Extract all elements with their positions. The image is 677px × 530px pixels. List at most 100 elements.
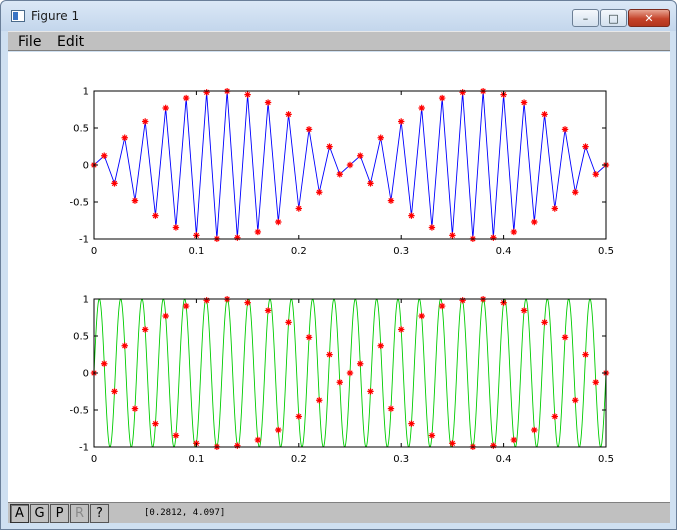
data-point-marker <box>142 326 149 333</box>
data-point-marker <box>520 99 528 106</box>
x-tick-label: 0.2 <box>291 454 307 465</box>
data-point-marker <box>326 143 333 150</box>
y-tick-label: -1 <box>79 443 89 454</box>
data-point-marker <box>490 234 497 241</box>
data-point-marker <box>101 152 108 159</box>
data-point-marker <box>592 379 599 386</box>
data-point-marker <box>551 413 558 420</box>
data-point-marker <box>131 197 139 204</box>
data-point-marker <box>357 360 364 367</box>
x-tick-label: 0.5 <box>598 246 614 257</box>
figure-svg: 0 0.1 0.2 0.3 0.4 0.5 1 0.5 0 -0.5 -1 0 0.1 0.2 0.3 0.… <box>69 87 613 466</box>
data-point-marker <box>561 334 569 341</box>
data-point-marker <box>582 351 589 358</box>
data-point-marker <box>326 351 333 358</box>
minimize-icon: – <box>582 11 589 25</box>
y-tick-label: -1 <box>79 235 89 246</box>
data-point-marker <box>408 212 415 219</box>
pan-mode-button[interactable]: P <box>50 504 69 523</box>
data-point-marker <box>449 232 456 239</box>
grid-toggle-button[interactable]: G <box>30 504 49 523</box>
data-point-marker <box>172 432 180 439</box>
data-point-marker <box>101 360 108 367</box>
x-tick-label: 0.2 <box>291 246 307 257</box>
data-point-marker <box>582 143 589 150</box>
data-point-marker <box>295 413 302 420</box>
data-point-marker <box>203 89 210 96</box>
data-point-marker <box>203 297 210 304</box>
data-point-marker <box>152 420 159 427</box>
data-point-marker <box>531 426 538 434</box>
x-tick-label: 0 <box>91 454 97 465</box>
help-button[interactable]: ? <box>90 504 109 523</box>
maximize-button[interactable]: □ <box>600 9 627 27</box>
x-tick-label: 0.3 <box>393 246 409 257</box>
x-tick-label: 0.5 <box>598 454 614 465</box>
window-title: Figure 1 <box>31 9 80 23</box>
data-point-marker <box>387 197 395 204</box>
data-point-marker <box>572 189 579 196</box>
data-point-marker <box>285 111 292 118</box>
x-tick-label: 0.4 <box>496 246 512 257</box>
data-point-marker <box>121 342 128 349</box>
menu-bar: File Edit <box>8 31 670 51</box>
data-point-marker <box>377 342 384 349</box>
data-point-marker <box>254 228 262 236</box>
minimize-button[interactable]: – <box>572 9 599 27</box>
data-point-marker <box>418 104 425 112</box>
x-tick-label: 0 <box>91 246 97 257</box>
title-bar[interactable]: Figure 1 – □ ✕ <box>1 1 676 31</box>
bottom-axes[interactable]: 0 0.1 0.2 0.3 0.4 0.5 1 0.5 0 -0.5 -1 <box>69 295 613 466</box>
data-point-marker <box>111 388 118 395</box>
data-point-marker <box>182 302 190 310</box>
data-point-marker <box>336 171 343 178</box>
close-icon: ✕ <box>644 11 654 25</box>
data-point-marker <box>428 432 436 439</box>
data-point-marker <box>295 205 302 212</box>
y-tick-label: 0.5 <box>73 332 89 343</box>
data-point-marker <box>111 180 118 187</box>
y-tick-label: 1 <box>83 295 89 306</box>
data-point-marker <box>264 99 272 106</box>
data-point-marker <box>152 212 159 219</box>
data-point-marker <box>305 334 313 341</box>
x-tick-label: 0.1 <box>188 246 204 257</box>
axes-mode-button[interactable]: A <box>10 504 29 523</box>
figure-canvas[interactable]: 0 0.1 0.2 0.3 0.4 0.5 1 0.5 0 -0.5 -1 0 0.1 0.2 0.3 0.… <box>8 52 670 502</box>
data-point-marker <box>162 312 169 320</box>
y-tick-label: 0 <box>83 161 89 172</box>
data-point-marker <box>572 397 579 404</box>
y-tick-label: 1 <box>83 87 89 98</box>
data-point-marker <box>438 302 446 310</box>
data-point-marker <box>305 126 313 133</box>
data-point-marker <box>244 91 251 98</box>
data-point-marker <box>531 218 538 226</box>
data-point-marker <box>408 420 415 427</box>
menu-edit[interactable]: Edit <box>57 34 84 50</box>
y-tick-label: 0 <box>83 369 89 380</box>
data-point-marker <box>449 440 456 447</box>
menu-file[interactable]: File <box>18 34 41 50</box>
data-point-marker <box>398 326 405 333</box>
data-point-marker <box>438 94 446 102</box>
data-point-marker <box>182 94 190 102</box>
y-tick-label: -0.5 <box>69 198 89 209</box>
data-point-marker <box>336 379 343 386</box>
top-axes[interactable]: 0 0.1 0.2 0.3 0.4 0.5 1 0.5 0 -0.5 -1 <box>69 87 613 258</box>
data-point-marker <box>541 319 548 326</box>
data-point-marker <box>510 228 518 236</box>
cursor-coordinates: [0.2812, 4.097] <box>144 508 226 518</box>
maximize-icon: □ <box>608 11 619 25</box>
data-point-marker <box>490 442 497 449</box>
rotate-mode-button[interactable]: R <box>70 504 89 523</box>
data-point-marker <box>418 312 425 320</box>
data-point-marker <box>551 205 558 212</box>
data-point-marker <box>459 297 466 304</box>
data-point-marker <box>234 234 241 241</box>
close-button[interactable]: ✕ <box>628 9 670 27</box>
data-point-marker <box>131 405 139 412</box>
data-point-marker <box>367 388 374 395</box>
data-point-marker <box>316 189 323 196</box>
x-tick-label: 0.4 <box>496 454 512 465</box>
data-point-marker <box>357 152 364 159</box>
